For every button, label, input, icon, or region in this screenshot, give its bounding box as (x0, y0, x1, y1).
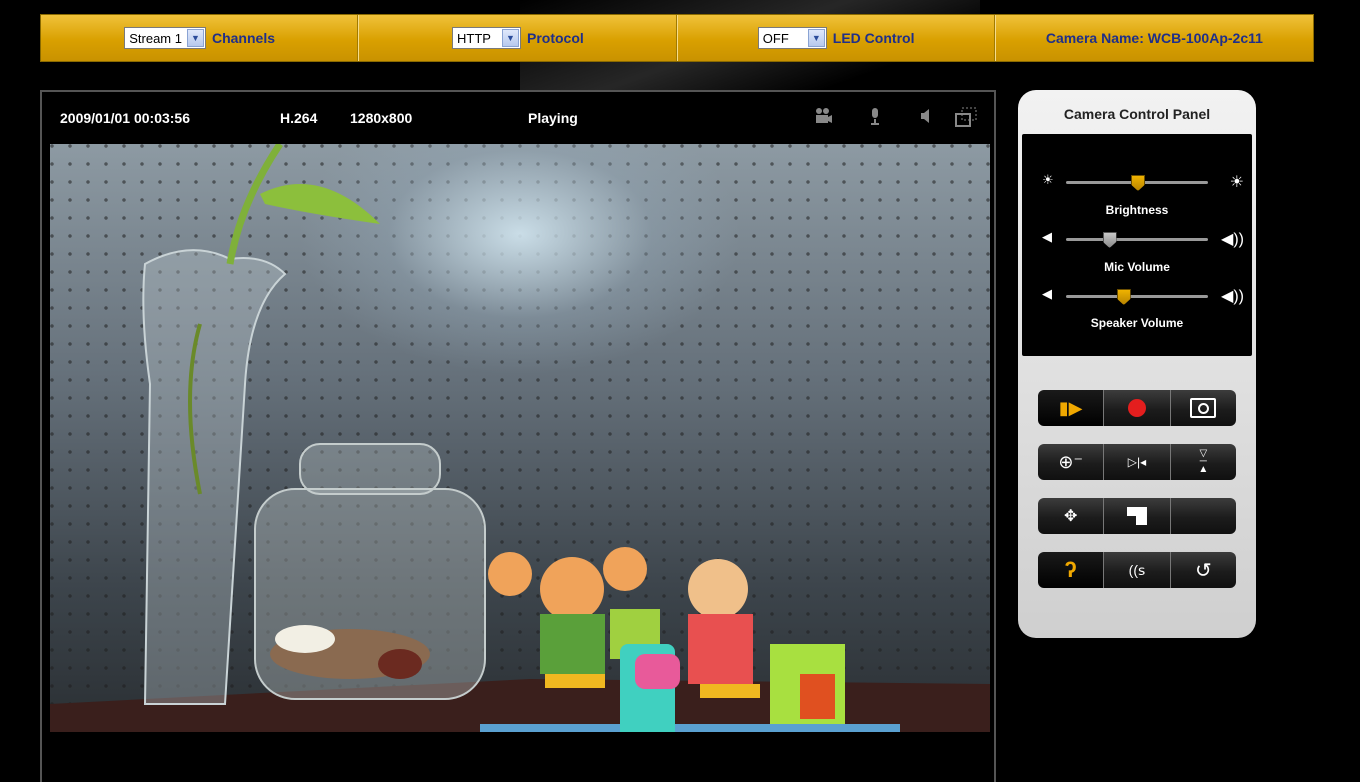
viewer-header: 2009/01/01 00:03:56 H.264 1280x800 Playi… (42, 92, 994, 144)
crop-icon (1126, 507, 1147, 525)
microphone-icon[interactable] (864, 106, 886, 128)
brightness-slider-row: ☀ ☀ (1022, 172, 1252, 192)
protocol-select[interactable]: HTTP ▼ (451, 27, 521, 49)
snapshot-icon (1190, 398, 1217, 418)
mic-volume-slider[interactable] (1102, 232, 1117, 248)
channel-control: Stream 1 ▼ Channels (41, 15, 360, 61)
record-button[interactable] (1104, 390, 1171, 426)
mic-slider-row: ◀ ◀)) (1022, 229, 1252, 249)
resolution-display: 1280x800 (350, 110, 413, 126)
record-icon (1127, 399, 1146, 417)
video-camera-icon[interactable] (812, 106, 834, 128)
led-label: LED Control (832, 30, 915, 46)
camera-name: Camera Name: WCB-100Ap-2c11 (1045, 30, 1263, 46)
led-select-value: OFF (762, 30, 789, 46)
reset-icon: ↺ (1194, 559, 1212, 582)
mic-volume-label: Mic Volume (1104, 260, 1170, 274)
volume-high-icon: ◀)) (1221, 288, 1244, 305)
brightness-slider[interactable] (1131, 175, 1145, 191)
snapshot-button[interactable] (1170, 390, 1236, 426)
video-viewer: 2009/01/01 00:03:56 H.264 1280x800 Playi… (40, 90, 996, 782)
chevron-down-icon[interactable]: ▼ (501, 29, 519, 47)
speaker-icon[interactable] (914, 106, 936, 128)
chevron-down-icon[interactable]: ▼ (807, 29, 825, 47)
protocol-control: HTTP ▼ Protocol (359, 15, 678, 61)
playback-status: Playing (528, 110, 578, 126)
talk-icon: ((ꜱ (1128, 561, 1146, 578)
camera-name-cell: Camera Name: WCB-100Ap-2c11 (996, 15, 1313, 61)
speaker-track[interactable] (1066, 289, 1208, 305)
codec-display: H.264 (280, 110, 318, 126)
pan-tilt-button[interactable]: ✥ (1038, 498, 1105, 534)
protocol-select-value: HTTP (456, 30, 491, 46)
led-select[interactable]: OFF ▼ (757, 27, 827, 49)
flip-button[interactable]: ▽ ─ ▲ (1170, 444, 1236, 480)
zoom-icon: ⊕⁻ (1058, 451, 1083, 472)
blank-button[interactable] (1170, 498, 1236, 534)
speaker-volume-label: Speaker Volume (1090, 316, 1184, 330)
channel-select[interactable]: Stream 1 ▼ (124, 27, 206, 49)
pan-tilt-icon: ✥ (1063, 508, 1078, 525)
play-icon: ▮▶ (1058, 397, 1083, 418)
panel-title: Camera Control Panel (1063, 106, 1211, 122)
channel-select-value: Stream 1 (129, 30, 182, 46)
brightness-high-icon: ☀ (1229, 174, 1244, 191)
top-toolbar: Stream 1 ▼ Channels HTTP ▼ Protocol OFF … (40, 14, 1314, 62)
mic-track[interactable] (1066, 232, 1208, 248)
play-button[interactable]: ▮▶ (1038, 390, 1105, 426)
talk-button[interactable]: ((ꜱ (1104, 552, 1171, 588)
slider-area: ☀ ☀ Brightness ◀ ◀)) Mic Volume ◀ ◀)) Sp… (1022, 134, 1252, 356)
chevron-down-icon[interactable]: ▼ (186, 29, 204, 47)
listen-icon: ʔ (1064, 557, 1077, 582)
volume-low-icon: ◀ (1042, 229, 1052, 244)
flip-icon: ▽ ─ ▲ (1198, 448, 1209, 475)
brightness-label: Brightness (1105, 203, 1169, 217)
reset-button[interactable]: ↺ (1170, 552, 1236, 588)
volume-high-icon: ◀)) (1221, 231, 1244, 248)
zoom-button[interactable]: ⊕⁻ (1038, 444, 1105, 480)
playback-button-row: ▮▶ (1038, 390, 1236, 426)
led-control: OFF ▼ LED Control (678, 15, 996, 61)
channel-label: Channels (211, 30, 275, 46)
ptz-button-row: ✥ (1038, 498, 1236, 534)
protocol-label: Protocol (526, 30, 584, 46)
brightness-low-icon: ☀ (1042, 172, 1054, 187)
brightness-track[interactable] (1066, 175, 1208, 191)
audio-button-row: ʔ ((ꜱ ↺ (1038, 552, 1236, 588)
crop-button[interactable] (1104, 498, 1171, 534)
speaker-slider-row: ◀ ◀)) (1022, 286, 1252, 306)
volume-low-icon: ◀ (1042, 286, 1052, 301)
camera-control-panel: Camera Control Panel ☀ ☀ Brightness ◀ ◀)… (1018, 90, 1256, 638)
video-scene (50, 144, 990, 732)
listen-button[interactable]: ʔ (1038, 552, 1105, 588)
mirror-icon: ▷|◂ (1127, 455, 1147, 469)
speaker-volume-slider[interactable] (1116, 289, 1131, 305)
view-button-row: ⊕⁻ ▷|◂ ▽ ─ ▲ (1038, 444, 1236, 480)
mirror-button[interactable]: ▷|◂ (1104, 444, 1171, 480)
live-video-frame[interactable] (50, 144, 990, 732)
fullscreen-icon[interactable] (954, 106, 977, 128)
datetime-display: 2009/01/01 00:03:56 (60, 110, 190, 126)
